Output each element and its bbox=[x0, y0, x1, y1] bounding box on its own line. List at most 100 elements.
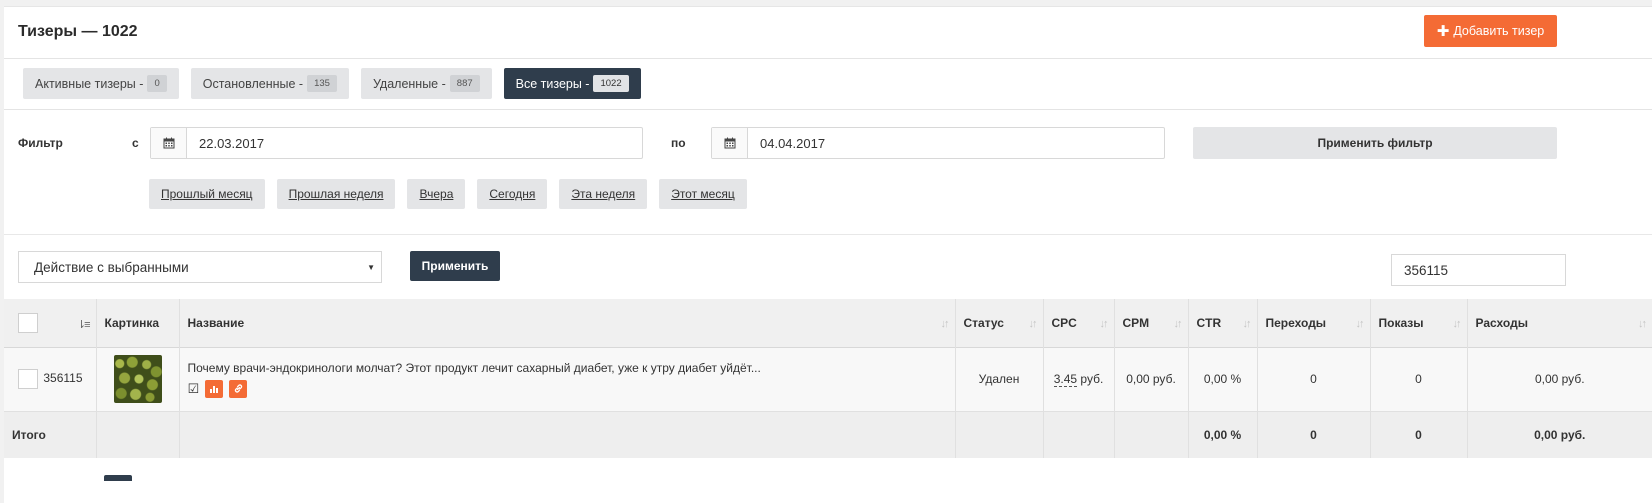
col-clicks[interactable]: Переходы ↓↑ bbox=[1257, 299, 1371, 347]
tab-deleted-teasers[interactable]: Удаленные - 887 bbox=[360, 68, 492, 99]
col-cpc[interactable]: CPC ↓↑ bbox=[1043, 299, 1115, 347]
row-spend: 0,00 руб. bbox=[1534, 372, 1585, 386]
total-row: Итого 0,00 % 0 0 0,00 руб. bbox=[4, 411, 1652, 458]
tab-active-teasers[interactable]: Активные тизеры - 0 bbox=[23, 68, 179, 99]
range-last-week-button[interactable]: Прошлая неделя bbox=[276, 179, 396, 209]
tab-stopped-teasers[interactable]: Остановленные - 135 bbox=[190, 68, 349, 99]
select-all-checkbox[interactable] bbox=[18, 312, 38, 333]
sort-icon[interactable]: ↓↑ bbox=[1453, 318, 1462, 330]
total-empty bbox=[1114, 411, 1189, 458]
teaser-thumbnail[interactable] bbox=[113, 355, 162, 403]
sort-icon[interactable]: ↓↑ bbox=[1356, 318, 1365, 330]
col-cpc-label: CPC bbox=[1051, 315, 1077, 330]
divider bbox=[4, 234, 1652, 235]
sort-icon[interactable]: ↓↑ bbox=[1243, 318, 1252, 330]
row-impressions: 0 bbox=[1370, 347, 1468, 411]
range-yesterday-button[interactable]: Вчера bbox=[407, 179, 466, 209]
search-input[interactable] bbox=[1391, 254, 1566, 286]
date-from-label: с bbox=[132, 136, 139, 150]
tab-label: Все тизеры - bbox=[515, 76, 590, 91]
caret-down-icon: ▼ bbox=[367, 263, 375, 272]
calendar-icon[interactable] bbox=[712, 128, 748, 158]
total-empty bbox=[96, 411, 180, 458]
row-select-cell: 356115 bbox=[4, 347, 97, 411]
col-cpm-label: CPM bbox=[1122, 315, 1150, 330]
tab-all-teasers[interactable]: Все тизеры - 1022 bbox=[503, 68, 641, 99]
date-to-label: по bbox=[671, 136, 686, 150]
total-empty bbox=[955, 411, 1044, 458]
total-empty bbox=[1043, 411, 1115, 458]
apply-action-button[interactable]: Применить bbox=[410, 251, 500, 281]
col-image: Картинка bbox=[96, 299, 180, 347]
check-square-icon[interactable]: ☑ bbox=[188, 381, 200, 397]
total-empty bbox=[179, 411, 956, 458]
pagination-button[interactable] bbox=[104, 475, 132, 481]
teaser-name: Почему врачи-эндокринологи молчат? Этот … bbox=[187, 360, 761, 375]
col-impressions-label: Показы bbox=[1378, 315, 1424, 330]
col-cpm[interactable]: CPM ↓↑ bbox=[1114, 299, 1189, 347]
range-today-button[interactable]: Сегодня bbox=[477, 179, 548, 209]
add-teaser-label: Добавить тизер bbox=[1453, 24, 1545, 38]
col-status-label: Статус bbox=[963, 315, 1004, 330]
row-checkbox[interactable] bbox=[18, 369, 38, 389]
col-ctr[interactable]: CTR ↓↑ bbox=[1188, 299, 1258, 347]
teasers-table: ⇂≡ Картинка Название ↓↑ Статус ↓↑ CPC ↓↑ CP… bbox=[4, 299, 1652, 458]
total-label: Итого bbox=[4, 411, 97, 458]
col-status[interactable]: Статус ↓↑ bbox=[955, 299, 1044, 347]
filter-label: Фильтр bbox=[18, 136, 63, 150]
range-this-week-button[interactable]: Эта неделя bbox=[559, 179, 648, 209]
table-row: 356115 Почему врачи-эндокринологи молчат… bbox=[4, 347, 1652, 411]
row-image-cell bbox=[96, 347, 180, 411]
add-teaser-button[interactable]: ✚ Добавить тизер bbox=[1424, 15, 1557, 47]
col-spend[interactable]: Расходы ↓↑ bbox=[1467, 299, 1652, 347]
tab-label: Остановленные - bbox=[202, 76, 304, 91]
total-spend: 0,00 руб. bbox=[1534, 427, 1586, 442]
panel-header: Тизеры — 1022 ✚ Добавить тизер bbox=[4, 7, 1652, 59]
col-name-label: Название bbox=[187, 315, 245, 330]
sort-icon[interactable]: ↓↑ bbox=[1100, 318, 1109, 330]
tab-count-badge: 1022 bbox=[593, 75, 629, 92]
sort-icon[interactable]: ↓↑ bbox=[1638, 318, 1647, 330]
date-from-group bbox=[150, 127, 643, 159]
tab-label: Удаленные - bbox=[372, 76, 446, 91]
tab-label: Активные тизеры - bbox=[35, 76, 144, 91]
select-all-header: ⇂≡ bbox=[4, 299, 97, 347]
col-ctr-label: CTR bbox=[1196, 315, 1222, 330]
range-last-month-button[interactable]: Прошлый месяц bbox=[149, 179, 265, 209]
col-impressions[interactable]: Показы ↓↑ bbox=[1370, 299, 1468, 347]
row-name-cell: Почему врачи-эндокринологи молчат? Этот … bbox=[179, 347, 956, 411]
col-clicks-label: Переходы bbox=[1265, 315, 1327, 330]
bulk-action-value: Действие с выбранными bbox=[34, 259, 189, 275]
bulk-action-select[interactable]: Действие с выбранными ▼ bbox=[18, 251, 382, 283]
col-spend-label: Расходы bbox=[1475, 315, 1528, 330]
row-actions: ☑ bbox=[188, 379, 947, 398]
quick-date-ranges: Прошлый месяц Прошлая неделя Вчера Сегод… bbox=[149, 179, 747, 209]
table-header-row: ⇂≡ Картинка Название ↓↑ Статус ↓↑ CPC ↓↑ CP… bbox=[4, 299, 1652, 347]
date-from-input[interactable] bbox=[187, 128, 642, 158]
apply-filter-button[interactable]: Применить фильтр bbox=[1193, 127, 1557, 159]
date-to-group bbox=[711, 127, 1165, 159]
col-name[interactable]: Название ↓↑ bbox=[179, 299, 956, 347]
range-this-month-button[interactable]: Этот месяц bbox=[659, 179, 747, 209]
sort-icon[interactable]: ↓↑ bbox=[1029, 318, 1038, 330]
cpc-unit: руб. bbox=[1080, 372, 1104, 386]
row-clicks: 0 bbox=[1257, 347, 1371, 411]
divider bbox=[4, 109, 1652, 110]
total-impressions: 0 bbox=[1370, 411, 1468, 458]
row-ctr: 0,00 % bbox=[1188, 347, 1258, 411]
tab-count-badge: 0 bbox=[147, 75, 167, 92]
sort-icon[interactable]: ↓↑ bbox=[1174, 318, 1183, 330]
tab-count-badge: 887 bbox=[449, 75, 480, 92]
row-cpc-cell: 3.45 руб. bbox=[1043, 347, 1115, 411]
link-icon[interactable] bbox=[229, 379, 248, 398]
page-title: Тизеры — 1022 bbox=[18, 23, 138, 40]
row-cpm: 0,00 руб. bbox=[1114, 347, 1189, 411]
sort-icon[interactable]: ⇂≡ bbox=[77, 318, 91, 331]
date-to-input[interactable] bbox=[748, 128, 1164, 158]
cpc-editable-value[interactable]: 3.45 bbox=[1053, 372, 1078, 387]
sort-icon[interactable]: ↓↑ bbox=[941, 318, 950, 330]
bar-chart-icon[interactable] bbox=[205, 379, 224, 398]
calendar-icon[interactable] bbox=[151, 128, 187, 158]
status-tabs: Активные тизеры - 0 Остановленные - 135 … bbox=[23, 68, 641, 99]
total-clicks: 0 bbox=[1257, 411, 1371, 458]
